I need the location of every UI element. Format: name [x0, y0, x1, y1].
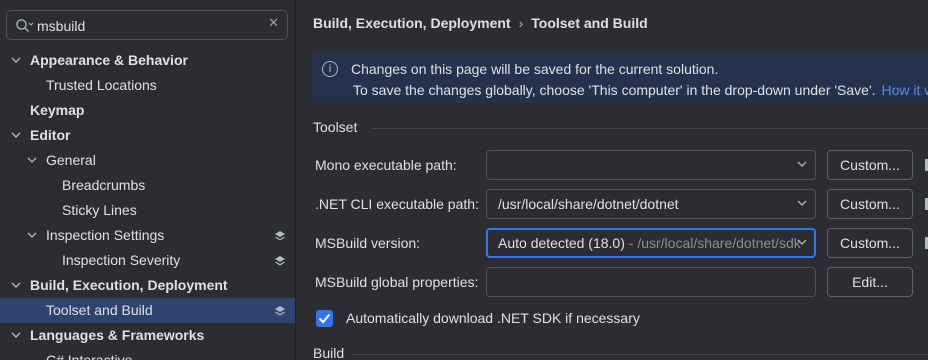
msbuild-properties-field[interactable] — [486, 267, 816, 297]
dotnet-path-combo[interactable]: /usr/local/share/dotnet/dotnet — [486, 189, 816, 219]
chevron-down-icon[interactable] — [10, 273, 22, 298]
breadcrumb-parent[interactable]: Build, Execution, Deployment — [313, 15, 511, 31]
breadcrumb-current: Toolset and Build — [531, 15, 648, 31]
chevron-down-icon[interactable] — [26, 223, 38, 248]
banner-message: Changes on this page will be saved for t… — [351, 61, 719, 77]
search-icon — [16, 19, 33, 32]
sidebar-item-keymap[interactable]: Keymap — [0, 98, 295, 123]
msbuild-custom-button[interactable]: Custom... — [827, 228, 913, 258]
sidebar-item-editor[interactable]: Editor — [0, 123, 295, 148]
msbuild-version-name: Auto detected (18.0) — [498, 235, 625, 251]
sidebar-item-languages-frameworks[interactable]: Languages & Frameworks — [0, 323, 295, 348]
sidebar-item-label: Breadcrumbs — [62, 177, 146, 193]
chevron-down-icon — [797, 161, 807, 167]
sidebar-item-sticky-lines[interactable]: Sticky Lines — [0, 198, 295, 223]
settings-content: Build, Execution, Deployment › Toolset and… — [297, 0, 928, 360]
section-divider — [372, 128, 928, 129]
clear-search-icon[interactable]: ✕ — [268, 16, 279, 31]
sidebar-item-label: Trusted Locations — [46, 77, 157, 93]
sidebar-item-build-execution-deployment[interactable]: Build, Execution, Deployment — [0, 273, 295, 298]
banner-instructions-text: To save the changes globally, choose 'Th… — [353, 82, 876, 98]
breadcrumb: Build, Execution, Deployment › Toolset and… — [313, 15, 648, 31]
chevron-down-icon — [797, 200, 807, 206]
search-field[interactable]: ✕ — [6, 10, 288, 40]
sidebar-item-label: Build, Execution, Deployment — [30, 277, 228, 293]
sidebar-item-breadcrumbs[interactable]: Breadcrumbs — [0, 173, 295, 198]
msbuild-properties-label: MSBuild global properties: — [315, 274, 479, 290]
sidebar-item-label: Inspection Severity — [62, 252, 181, 268]
dotnet-path-value: /usr/local/share/dotnet/dotnet — [498, 196, 679, 212]
breadcrumb-separator: › — [518, 15, 524, 31]
mono-path-label: Mono executable path: — [315, 157, 457, 173]
chevron-down-icon — [797, 239, 807, 245]
banner-instructions: To save the changes globally, choose 'Th… — [353, 82, 928, 98]
checkmark-icon — [318, 313, 331, 324]
sidebar-item-inspection-settings[interactable]: Inspection Settings — [0, 223, 295, 248]
sidebar-item-label: Appearance & Behavior — [30, 52, 188, 68]
sidebar-item-label: Inspection Settings — [46, 227, 165, 243]
sidebar-item-label: Keymap — [30, 102, 85, 118]
msbuild-version-path: - /usr/local/share/dotnet/sdk — [624, 235, 801, 251]
sidebar-item-inspection-severity[interactable]: Inspection Severity — [0, 248, 295, 273]
chevron-down-icon[interactable] — [10, 48, 22, 73]
sidebar-item-toolset-and-build[interactable]: Toolset and Build — [0, 298, 295, 323]
sidebar-item-label: Languages & Frameworks — [30, 327, 205, 343]
sidebar-item-label: Editor — [30, 127, 71, 143]
search-input[interactable] — [37, 16, 257, 36]
msbuild-version-label: MSBuild version: — [315, 235, 421, 251]
build-section-title: Build — [313, 345, 345, 360]
info-icon: i — [322, 61, 338, 77]
layers-icon — [275, 231, 285, 241]
sidebar-item-label: Sticky Lines — [62, 202, 137, 218]
auto-download-sdk-label[interactable]: Automatically download .NET SDK if neces… — [346, 310, 640, 326]
settings-tree: Appearance & Behavior Trusted Locations Ke… — [0, 48, 295, 360]
info-banner: i Changes on this page will be saved for… — [312, 53, 928, 103]
sidebar-item-general[interactable]: General — [0, 148, 295, 173]
msbuild-properties-edit-button[interactable]: Edit... — [827, 267, 913, 297]
chevron-down-icon[interactable] — [10, 323, 22, 348]
sidebar-item-appearance-behavior[interactable]: Appearance & Behavior — [0, 48, 295, 73]
mono-custom-button[interactable]: Custom... — [827, 150, 913, 180]
sidebar-item-label: C# Interactive — [46, 352, 133, 360]
mono-path-combo[interactable] — [486, 150, 816, 180]
chevron-down-icon[interactable] — [26, 148, 38, 173]
dotnet-custom-button[interactable]: Custom... — [827, 189, 913, 219]
sidebar-item-c-interactive[interactable]: C# Interactive — [0, 348, 295, 360]
sidebar-item-label: General — [46, 152, 96, 168]
section-divider — [351, 354, 928, 355]
sidebar-item-label: Toolset and Build — [46, 302, 153, 318]
msbuild-version-combo[interactable]: Auto detected (18.0) - /usr/local/share/… — [486, 228, 816, 258]
settings-sidebar: ✕ Appearance & Behavior Trusted Locations… — [0, 0, 296, 360]
chevron-down-icon[interactable] — [10, 123, 22, 148]
sidebar-item-trusted-locations[interactable]: Trusted Locations — [0, 73, 295, 98]
auto-download-sdk-checkbox[interactable] — [316, 310, 333, 327]
toolset-section-title: Toolset — [313, 119, 358, 135]
msbuild-version-value: Auto detected (18.0) - /usr/local/share/… — [498, 235, 801, 251]
dotnet-path-label: .NET CLI executable path: — [315, 196, 479, 212]
how-it-works-link[interactable]: How it w — [882, 82, 928, 98]
layers-icon — [275, 256, 285, 266]
layers-icon — [275, 306, 285, 316]
